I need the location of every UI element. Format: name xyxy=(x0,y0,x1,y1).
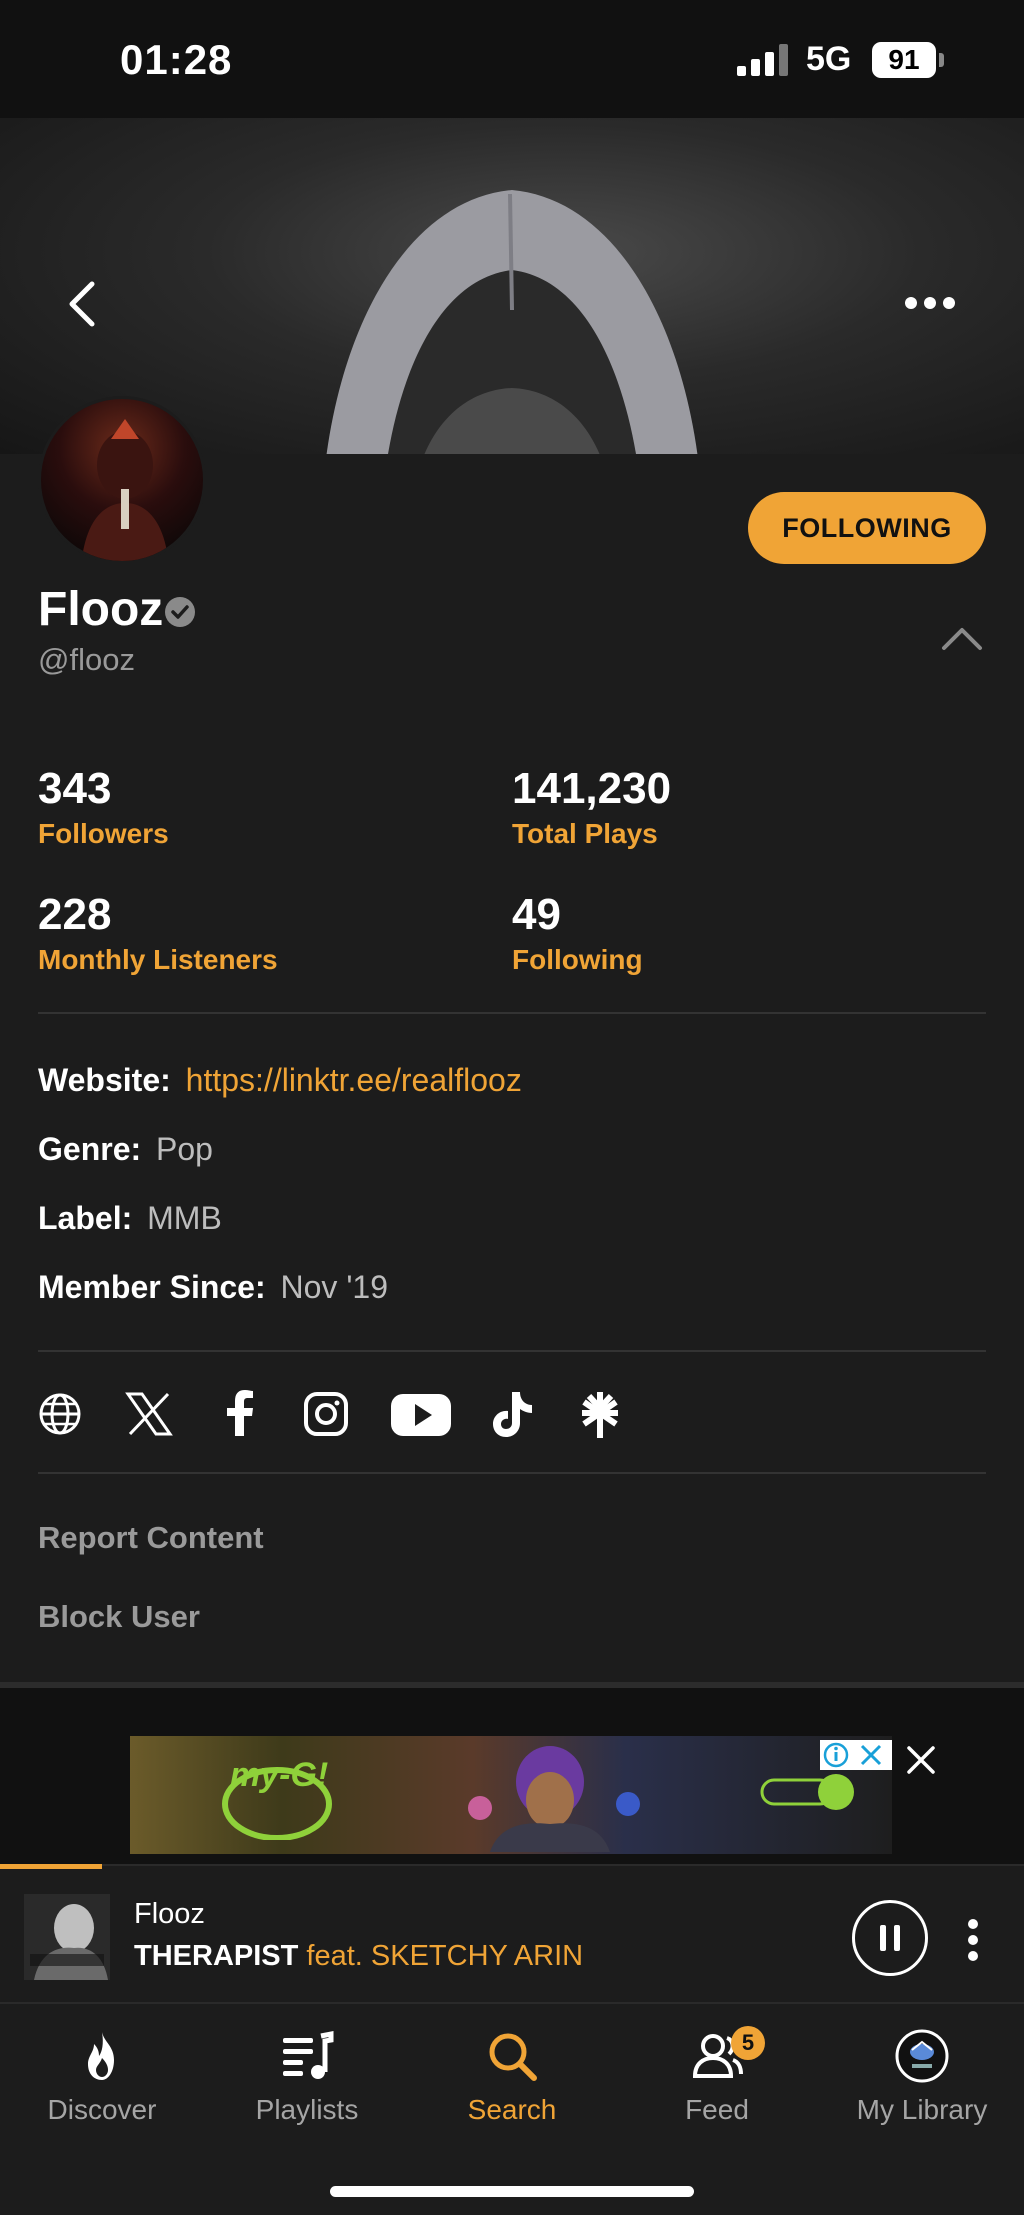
status-time: 01:28 xyxy=(120,36,233,83)
member-since-row: Member Since: Nov '19 xyxy=(38,1269,388,1306)
home-indicator xyxy=(330,2186,694,2197)
genre-row: Genre: Pop xyxy=(38,1131,213,1168)
divider xyxy=(38,1350,986,1352)
avatar-image xyxy=(81,419,169,561)
ad-brand-logo xyxy=(760,1774,854,1810)
battery-tip xyxy=(939,53,944,67)
x-icon[interactable] xyxy=(124,1388,174,1440)
track-featuring: feat. SKETCHY ARIN xyxy=(298,1940,584,1972)
monthly-listeners-count: 228 xyxy=(38,890,112,939)
track-artwork-image xyxy=(24,1894,110,1980)
globe-icon[interactable] xyxy=(38,1388,82,1440)
track-title: THERAPIST xyxy=(134,1940,299,1972)
track-artist: Flooz xyxy=(134,1898,205,1930)
banner-image xyxy=(326,190,698,454)
following-label[interactable]: Following xyxy=(512,944,643,976)
tab-search[interactable]: Search xyxy=(422,2028,602,2126)
website-key: Website: xyxy=(38,1062,171,1098)
website-row: Website: https://linktr.ee/realflooz xyxy=(38,1062,522,1099)
total-plays-count: 141,230 xyxy=(512,764,672,813)
total-plays-label: Total Plays xyxy=(512,818,658,849)
tab-my-library[interactable]: My Library xyxy=(832,2028,1012,2126)
bottom-tab-bar: Discover Playlists Search 5 Feed My Libr… xyxy=(0,2002,1024,2215)
battery-level: 91 xyxy=(872,42,936,78)
playback-progress[interactable] xyxy=(0,1864,103,1869)
track-title-line: THERAPIST feat. SKETCHY ARIN xyxy=(134,1940,583,1973)
label-key: Label: xyxy=(38,1200,133,1236)
followers-count: 343 xyxy=(38,764,112,813)
mini-player[interactable]: Flooz THERAPIST feat. SKETCHY ARIN xyxy=(0,1864,1024,2002)
report-content-button[interactable]: Report Content xyxy=(38,1520,264,1556)
feed-badge: 5 xyxy=(731,2026,765,2060)
genre-key: Genre: xyxy=(38,1131,142,1167)
ad-person-image xyxy=(468,1746,640,1852)
back-button[interactable] xyxy=(62,280,102,328)
tab-label: Feed xyxy=(685,2094,749,2125)
status-bar: 01:28 5G 91 xyxy=(0,0,1024,118)
verified-icon xyxy=(165,597,195,627)
facebook-icon[interactable] xyxy=(220,1388,258,1440)
player-more-icon[interactable] xyxy=(966,1918,980,1962)
playlist-icon xyxy=(283,2030,334,2079)
close-ad-icon[interactable] xyxy=(905,1744,937,1776)
more-options-button[interactable] xyxy=(904,288,956,318)
section-separator xyxy=(0,1682,1024,1724)
member-since-value: Nov '19 xyxy=(280,1269,389,1305)
artist-handle: @flooz xyxy=(38,642,135,677)
website-link[interactable]: https://linktr.ee/realflooz xyxy=(186,1062,522,1098)
block-user-button[interactable]: Block User xyxy=(38,1599,200,1635)
chevron-up-icon[interactable] xyxy=(940,624,984,652)
avatar[interactable] xyxy=(38,396,206,564)
svg-text:my-G!: my-G! xyxy=(230,1756,328,1794)
member-since-key: Member Since: xyxy=(38,1269,266,1305)
search-icon xyxy=(489,2033,537,2081)
tab-label: My Library xyxy=(856,2094,988,2125)
tab-label: Discover xyxy=(47,2094,157,2125)
instagram-icon[interactable] xyxy=(302,1388,350,1440)
ad-area: my-G! xyxy=(0,1724,1024,1864)
label-row: Label: MMB xyxy=(38,1200,222,1237)
track-artwork xyxy=(24,1894,110,1980)
divider xyxy=(38,1012,986,1014)
library-avatar-icon xyxy=(895,2029,949,2083)
tiktok-icon[interactable] xyxy=(490,1388,536,1440)
ad-banner[interactable]: my-G! xyxy=(130,1736,892,1854)
followers-label[interactable]: Followers xyxy=(38,818,169,850)
linktree-icon[interactable] xyxy=(580,1388,620,1440)
signal-icon xyxy=(737,44,788,76)
genre-value: Pop xyxy=(156,1131,213,1167)
tab-label: Search xyxy=(467,2094,557,2125)
ad-info-icon[interactable] xyxy=(820,1740,892,1770)
flame-icon xyxy=(88,2032,114,2080)
pause-button[interactable] xyxy=(852,1900,928,1976)
network-type: 5G xyxy=(806,40,852,78)
following-count: 49 xyxy=(512,890,561,939)
tab-playlists[interactable]: Playlists xyxy=(217,2028,397,2126)
following-button[interactable]: FOLLOWING xyxy=(748,492,986,564)
ad-logo-image: my-G! xyxy=(222,1756,332,1840)
artist-name: Flooz xyxy=(38,583,164,636)
youtube-icon[interactable] xyxy=(390,1388,452,1440)
pause-icon xyxy=(880,1925,900,1951)
tab-feed[interactable]: 5 Feed xyxy=(627,2026,807,2126)
label-value: MMB xyxy=(147,1200,222,1236)
tab-discover[interactable]: Discover xyxy=(12,2028,192,2126)
tab-label: Playlists xyxy=(255,2094,359,2125)
monthly-listeners-label: Monthly Listeners xyxy=(38,944,278,975)
divider xyxy=(38,1472,986,1474)
